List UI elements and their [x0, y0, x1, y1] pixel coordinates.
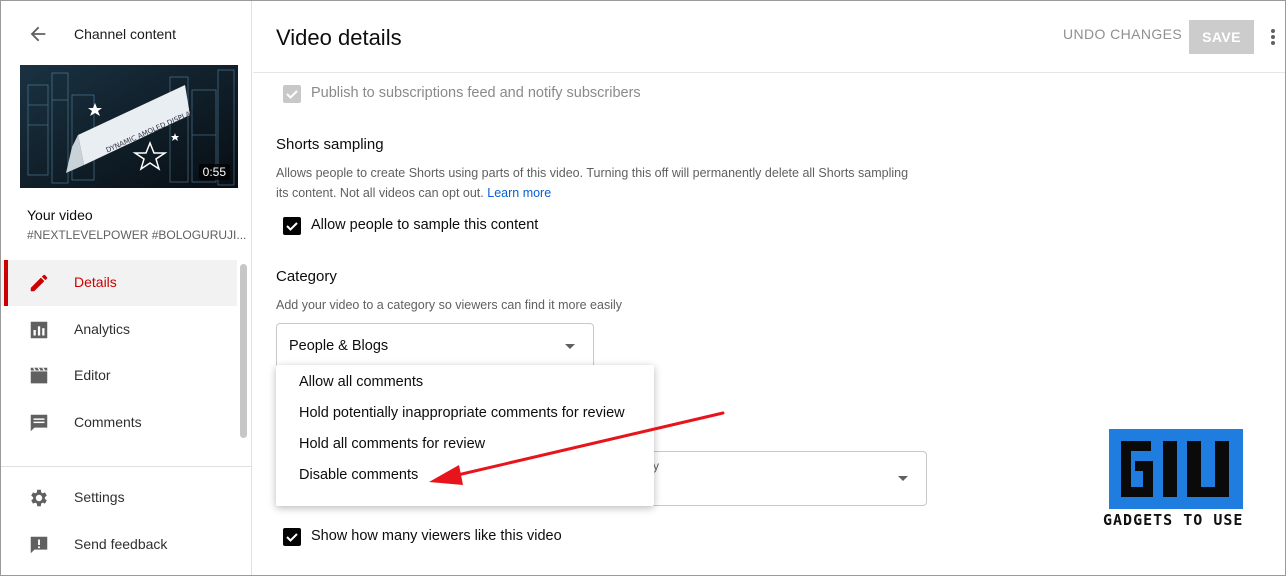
checkmark-icon [286, 90, 298, 99]
sidebar-header: Channel content [1, 1, 251, 65]
checkmark-icon [286, 222, 298, 231]
sidebar-item-label: Settings [74, 489, 125, 505]
show-likes-label: Show how many viewers like this video [311, 528, 562, 544]
shorts-sampling-description: Allows people to create Shorts using par… [276, 166, 909, 200]
more-options-icon[interactable] [1265, 25, 1281, 49]
sidebar-scrollbar[interactable] [240, 264, 247, 438]
category-title: Category [276, 268, 337, 285]
back-arrow-icon[interactable] [27, 23, 49, 45]
publish-feed-checkbox[interactable] [283, 85, 301, 103]
category-select[interactable]: People & Blogs [276, 323, 594, 369]
active-indicator [4, 260, 8, 306]
sidebar-item-label: Editor [74, 367, 111, 383]
sidebar-item-label: Comments [74, 414, 142, 430]
allow-sampling-label: Allow people to sample this content [311, 217, 539, 233]
video-duration: 0:55 [198, 164, 230, 180]
video-tags: #NEXTLEVELPOWER #BOLOGURUJI... [27, 228, 247, 242]
checkmark-icon [286, 533, 298, 542]
clapperboard-icon [30, 367, 48, 384]
chevron-down-icon [565, 344, 575, 349]
shorts-sampling-title: Shorts sampling [276, 136, 384, 153]
sidebar-item-label: Details [74, 274, 117, 290]
save-button[interactable]: SAVE [1189, 20, 1254, 54]
gear-icon [31, 489, 47, 507]
publish-feed-label: Publish to subscriptions feed and notify… [311, 85, 641, 101]
pencil-icon [30, 274, 48, 292]
video-thumbnail[interactable]: DYNAMIC AMOLED DISPLAY 0:55 [20, 65, 238, 188]
page-header: Video details UNDO CHANGES SAVE [253, 1, 1285, 73]
annotation-arrow-icon [429, 411, 725, 485]
your-video-label: Your video [27, 207, 93, 223]
comment-icon [30, 414, 48, 432]
sidebar-item-details[interactable]: Details [1, 260, 237, 306]
sidebar-item-comments[interactable]: Comments [1, 400, 237, 446]
category-selected-value: People & Blogs [289, 338, 389, 354]
sidebar-item-send-feedback[interactable]: Send feedback [1, 522, 237, 568]
show-likes-checkbox[interactable] [283, 528, 301, 546]
category-description: Add your video to a category so viewers … [276, 298, 623, 312]
analytics-icon [30, 321, 48, 339]
page-title: Video details [276, 25, 402, 50]
sidebar: Channel content DYNAMIC AMOLED DISPLAY 0… [1, 1, 252, 575]
allow-sampling-checkbox[interactable] [283, 217, 301, 235]
watermark-text: GADGETS TO USE [1103, 511, 1244, 529]
sidebar-title: Channel content [74, 26, 176, 42]
sidebar-divider [1, 466, 251, 467]
learn-more-link[interactable]: Learn more [487, 186, 551, 200]
undo-changes-button[interactable]: UNDO CHANGES [1063, 26, 1182, 42]
sidebar-item-analytics[interactable]: Analytics [1, 307, 237, 353]
sidebar-item-editor[interactable]: Editor [1, 353, 237, 399]
sidebar-item-label: Analytics [74, 321, 131, 337]
chevron-down-icon [898, 476, 908, 481]
feedback-icon [30, 536, 48, 554]
sidebar-item-label: Send feedback [74, 536, 168, 552]
dropdown-option-allow-all[interactable]: Allow all comments [276, 367, 654, 398]
sidebar-item-settings[interactable]: Settings [1, 475, 237, 521]
